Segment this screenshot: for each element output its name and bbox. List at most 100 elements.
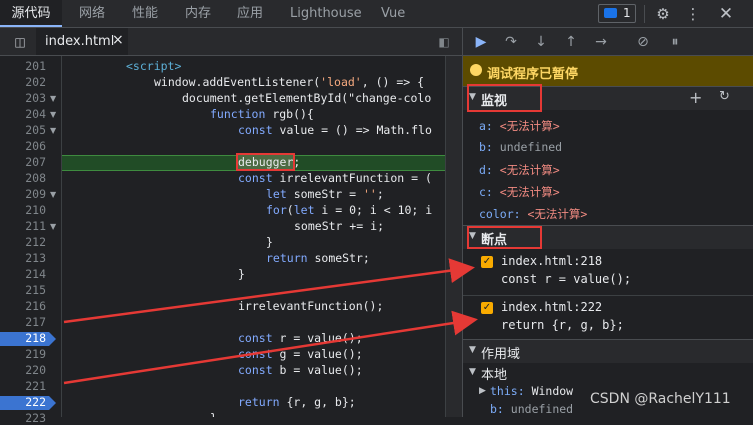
annotation-box-watch: [467, 84, 542, 112]
deactivate-breakpoints-icon[interactable]: ⊘: [633, 32, 653, 52]
scope-section-header[interactable]: ▼ 作用域: [463, 339, 753, 363]
expand-triangle-icon: ▼: [469, 345, 476, 355]
line-number[interactable]: 205: [0, 123, 46, 137]
watch-expression[interactable]: b: undefined: [479, 140, 562, 154]
watch-expression[interactable]: c: <无法计算>: [479, 184, 560, 200]
issues-counter-button[interactable]: 1: [598, 4, 636, 23]
settings-gear-icon[interactable]: ⚙: [653, 4, 673, 24]
breakpoint-item[interactable]: ✓ index.html:218 const r = value();: [463, 250, 753, 294]
scope-item-b[interactable]: b: undefined: [490, 402, 573, 416]
refresh-icon[interactable]: ↻: [719, 89, 730, 104]
debugger-toolbar: ▶ ↷ ↓ ↑ → ⊘ ⏸: [463, 28, 753, 56]
line-number[interactable]: 213: [0, 251, 46, 265]
watch-key: c:: [479, 185, 500, 199]
line-number[interactable]: 201: [0, 59, 46, 73]
breakpoint-location: index.html:218: [501, 254, 603, 268]
tab-memory[interactable]: 内存: [185, 0, 211, 27]
tab-lighthouse[interactable]: Lighthouse: [290, 0, 362, 27]
issues-count: 1: [623, 6, 631, 20]
watermark: CSDN @RachelY111: [590, 391, 731, 407]
file-tab-index-html[interactable]: index.html ×: [36, 28, 128, 55]
watch-value: <无法计算>: [499, 185, 560, 199]
breakpoint-item[interactable]: ✓ index.html:222 return {r, g, b};: [463, 296, 753, 340]
collapse-triangle-icon[interactable]: ▶: [479, 386, 486, 396]
code-line: const r = value();: [238, 331, 363, 345]
file-tab-label: index.html: [45, 34, 115, 49]
line-number[interactable]: 207: [0, 155, 46, 169]
line-number[interactable]: 223: [0, 411, 46, 425]
watch-expression[interactable]: a: <无法计算>: [479, 118, 560, 134]
watch-value: <无法计算>: [499, 119, 560, 133]
code-line: }: [238, 267, 245, 281]
add-watch-icon[interactable]: +: [689, 88, 702, 107]
code-line: let someStr = '';: [266, 187, 384, 201]
watch-value: <无法计算>: [527, 207, 588, 221]
fold-triangle-icon[interactable]: ▼: [50, 126, 56, 135]
scope-value: undefined: [510, 402, 574, 416]
line-number[interactable]: 214: [0, 267, 46, 281]
line-number[interactable]: 221: [0, 379, 46, 393]
line-number[interactable]: 212: [0, 235, 46, 249]
expand-triangle-icon[interactable]: ▼: [469, 367, 476, 377]
checkbox-checked[interactable]: ✓: [481, 302, 493, 314]
tab-vue[interactable]: Vue: [381, 0, 405, 27]
line-number[interactable]: 202: [0, 75, 46, 89]
tab-sources[interactable]: 源代码: [0, 0, 62, 27]
fold-triangle-icon[interactable]: ▼: [50, 110, 56, 119]
local-scope-title[interactable]: 本地: [481, 364, 507, 383]
scope-item-this[interactable]: this: Window: [490, 384, 573, 398]
fold-triangle-icon[interactable]: ▼: [50, 190, 56, 199]
watch-key: a:: [479, 119, 500, 133]
code-line: const b = value();: [238, 363, 363, 377]
line-number[interactable]: 220: [0, 363, 46, 377]
line-number-gutter[interactable]: 201 202 203 ▼ 204 ▼ 205 ▼ 206 207 208 209 ▼ 210 211 ▼ 21…: [0, 56, 62, 425]
line-number[interactable]: 217: [0, 315, 46, 329]
line-number[interactable]: 204: [0, 107, 46, 121]
watch-key: b:: [479, 140, 500, 154]
code-editor[interactable]: <script> window.addEventListener('load', …: [62, 56, 445, 417]
close-devtools-icon[interactable]: ✕: [716, 4, 736, 24]
toggle-debugger-icon[interactable]: ◧: [434, 32, 454, 52]
line-number[interactable]: 211: [0, 219, 46, 233]
watch-expression[interactable]: color: <无法计算>: [479, 206, 587, 222]
scope-value: Window: [531, 384, 574, 398]
resume-icon[interactable]: ▶: [471, 32, 491, 52]
watch-key: color:: [479, 207, 528, 221]
more-options-icon[interactable]: ⋮: [683, 4, 703, 24]
step-icon[interactable]: →: [591, 32, 611, 52]
step-over-icon[interactable]: ↷: [501, 32, 521, 52]
watch-key: d:: [479, 163, 500, 177]
checkbox-checked[interactable]: ✓: [481, 256, 493, 268]
line-number[interactable]: 218: [0, 331, 46, 345]
step-into-icon[interactable]: ↓: [531, 32, 551, 52]
toggle-navigator-icon[interactable]: ◫: [10, 32, 30, 52]
tab-network[interactable]: 网络: [79, 0, 105, 27]
paused-banner: 调试程序已暂停: [463, 56, 753, 86]
tab-performance[interactable]: 性能: [132, 0, 158, 27]
line-number[interactable]: 215: [0, 283, 46, 297]
scope-title: 作用域: [481, 347, 521, 362]
devtools-tab-bar: 源代码 网络 性能 内存 应用 Lighthouse Vue 1 ⚙ ⋮ ✕: [0, 0, 753, 28]
paused-text: 调试程序已暂停: [487, 67, 579, 82]
breakpoint-location: index.html:222: [501, 300, 603, 314]
close-file-icon[interactable]: ×: [112, 32, 124, 48]
line-number[interactable]: 209: [0, 187, 46, 201]
pause-on-exceptions-icon[interactable]: ⏸: [665, 32, 685, 52]
editor-scrollbar[interactable]: [445, 56, 462, 417]
fold-triangle-icon[interactable]: ▼: [50, 94, 56, 103]
step-out-icon[interactable]: ↑: [561, 32, 581, 52]
watch-value: undefined: [499, 140, 563, 154]
line-number[interactable]: 219: [0, 347, 46, 361]
code-line: window.addEventListener('load', () => {: [154, 75, 425, 89]
line-number[interactable]: 203: [0, 91, 46, 105]
watch-expression[interactable]: d: <无法计算>: [479, 162, 560, 178]
line-number[interactable]: 206: [0, 139, 46, 153]
tab-application[interactable]: 应用: [237, 0, 263, 27]
line-number[interactable]: 208: [0, 171, 46, 185]
fold-triangle-icon[interactable]: ▼: [50, 222, 56, 231]
line-number[interactable]: 216: [0, 299, 46, 313]
line-number[interactable]: 210: [0, 203, 46, 217]
code-line: return {r, g, b};: [238, 395, 356, 409]
scope-key: b:: [490, 402, 504, 416]
line-number[interactable]: 222: [0, 395, 46, 409]
